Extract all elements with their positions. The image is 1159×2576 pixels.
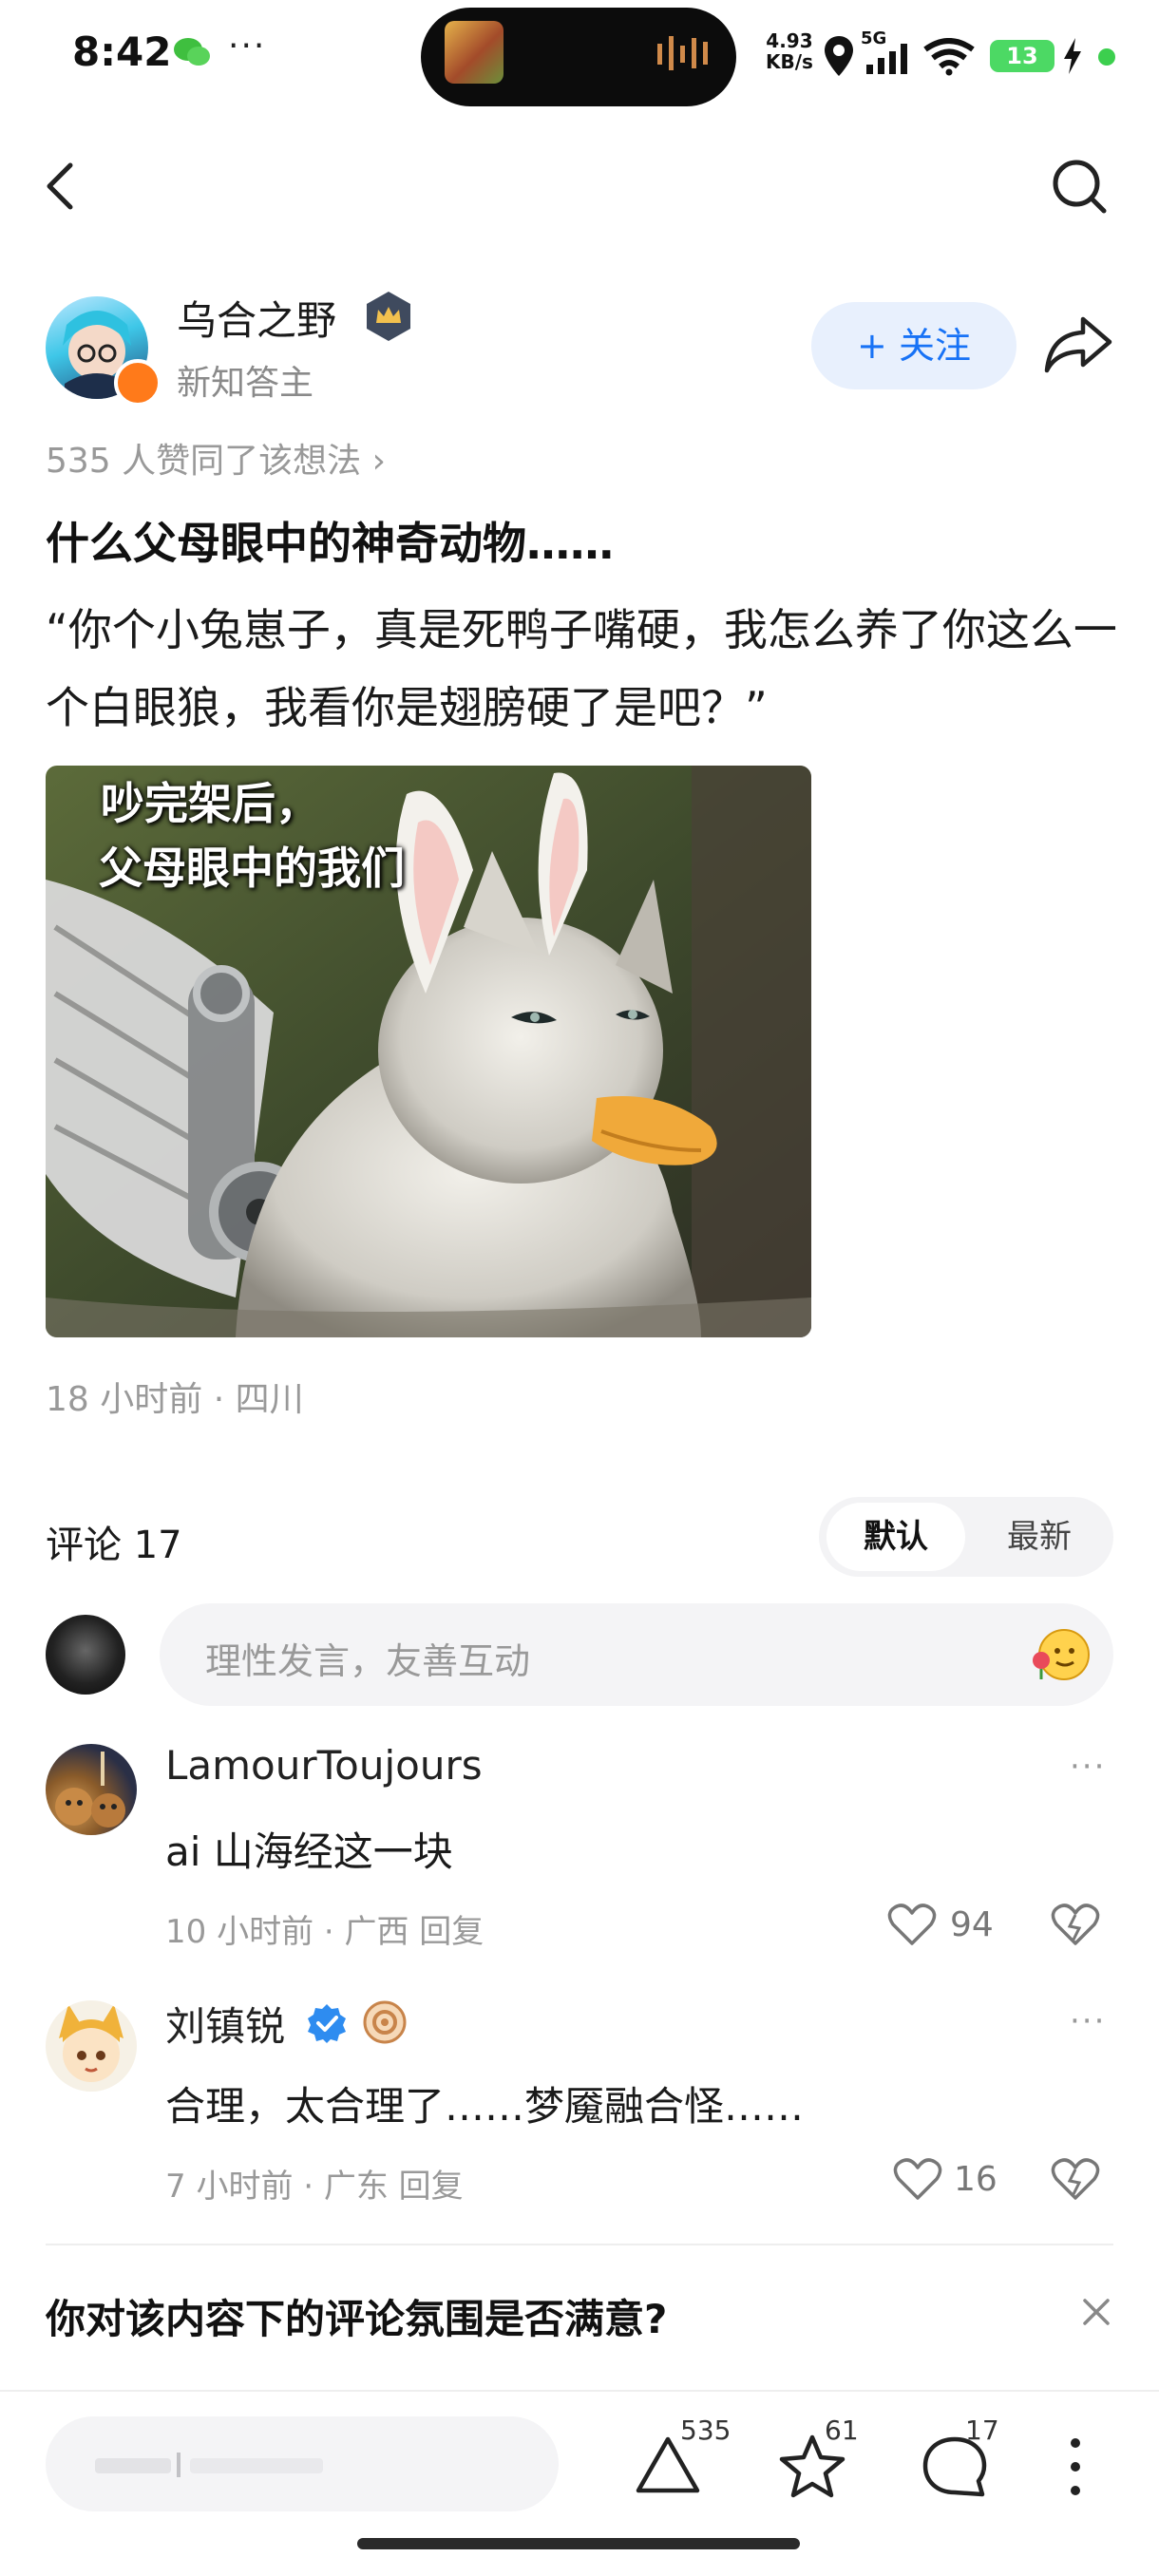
location-icon [825,36,853,76]
current-user-avatar [46,1615,125,1695]
sort-default-tab[interactable]: 默认 [826,1503,965,1571]
post-body: “你个小兔崽子，真是死鸭子嘴硬，我怎么养了你这么一个白眼狼，我看你是翅膀硬了是吧… [46,604,1117,733]
favorite-count: 61 [825,2415,859,2446]
comment-survey-question: 你对该内容下的评论氛围是否满意? [46,2296,668,2342]
avatar-badge-icon [114,359,162,407]
charging-icon [1064,38,1081,74]
close-icon[interactable] [1077,2293,1115,2331]
status-more-dots: ··· [228,27,267,66]
likes-summary-link[interactable]: 535 人赞同了该想法 › [46,433,386,483]
crown-icon [367,292,410,341]
post-meta: 18 小时前 · 四川 [46,1380,304,1419]
search-icon[interactable] [1045,152,1113,220]
back-icon[interactable] [28,152,97,220]
author-subtitle: 新知答主 [177,364,314,403]
speed-unit: KB/s [766,50,813,73]
post-title: 什么父母眼中的神奇动物…… [46,518,614,569]
media-thumbnail[interactable] [445,21,504,84]
bottom-bar-divider [0,2390,1159,2392]
comment-like-count: 94 [950,1905,994,1944]
avatar-illustration [59,2004,124,2082]
post-image[interactable]: 吵完架后， 父母眼中的我们 [46,766,811,1337]
verified-icon [308,2004,346,2043]
sort-latest-tab[interactable]: 最新 [973,1503,1106,1571]
section-divider [46,2244,1113,2245]
dislike-heart-icon[interactable] [1051,2156,1100,2202]
heart-icon[interactable] [887,1902,937,1947]
signal-icon [866,44,907,74]
share-icon[interactable] [1043,313,1113,376]
comment-meta-reply[interactable]: 7 小时前 · 广东 回复 [165,2160,464,2207]
comment-meta-reply[interactable]: 10 小时前 · 广西 回复 [165,1905,484,1952]
comment-more-button[interactable]: ··· [1070,2002,1106,2040]
comment-input-placeholder[interactable]: 理性发言，友善互动 [205,1632,530,1684]
input-placeholder-blur [95,2453,323,2477]
author-name[interactable]: 乌合之野 [177,289,336,347]
follow-button[interactable]: + 关注 [811,302,1016,389]
comment-text: 合理，太合理了……梦魇融合怪…… [165,2083,805,2130]
dislike-heart-icon[interactable] [1051,1902,1100,1947]
heart-icon[interactable] [893,2156,942,2202]
battery-indicator: 13 [990,40,1054,72]
comment-more-button[interactable]: ··· [1070,1748,1106,1786]
status-time: 8:42 [72,28,172,75]
comment-text: ai 山海经这一块 [165,1828,453,1875]
wifi-icon [923,38,975,76]
commenter-name[interactable]: 刘镇锐 [165,1995,285,2053]
image-caption-line2: 父母眼中的我们 [99,843,405,894]
emoji-icon[interactable] [1030,1622,1092,1685]
level-badge-icon [363,2000,407,2044]
commenter-avatar[interactable] [46,2000,137,2092]
comment-like-count: 16 [954,2160,998,2199]
audio-bars-icon [657,36,708,70]
more-vertical-icon[interactable] [1053,2432,1098,2502]
network-speed: 4.93 KB/s [766,30,813,72]
home-indicator[interactable] [357,2538,800,2549]
commenter-avatar[interactable] [46,1744,137,1835]
commenter-name[interactable]: LamourToujours [165,1742,483,1789]
speed-value: 4.93 [766,29,813,52]
comment-count: 17 [965,2415,999,2446]
wechat-icon [174,38,210,66]
upvote-count: 535 [680,2415,732,2446]
avatar-illustration [55,1752,125,1828]
comments-count-title: 评论 17 [46,1524,182,1567]
image-caption-line1: 吵完架后， [101,778,319,829]
privacy-indicator-dot [1098,48,1115,66]
